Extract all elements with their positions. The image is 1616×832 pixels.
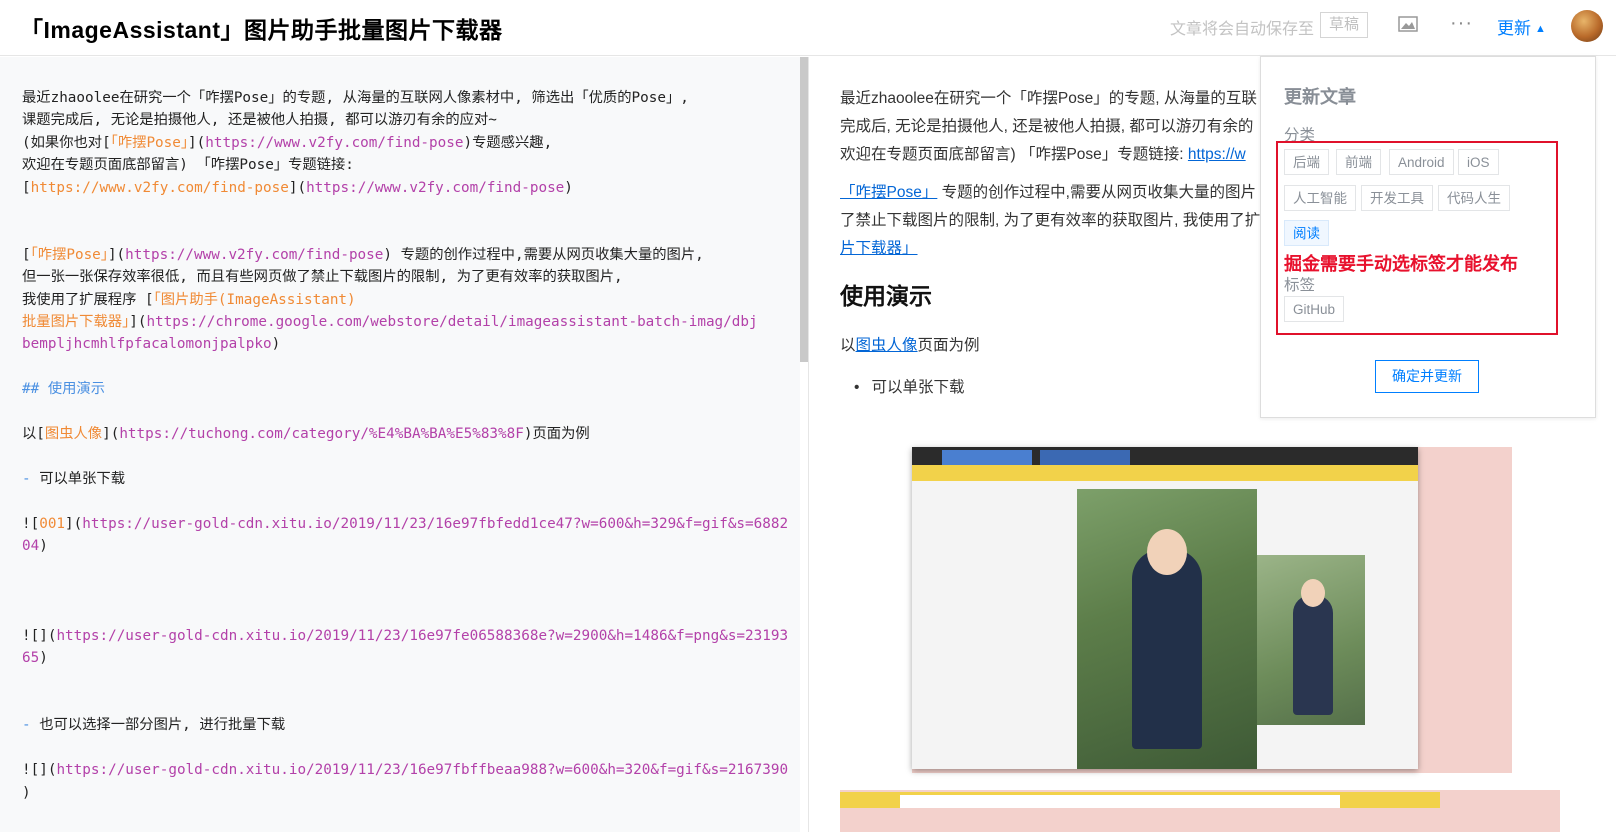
tag-label: 标签 <box>1284 277 1316 294</box>
markdown-editor[interactable]: 最近zhaoolee在研究一个「咋摆Pose」的专题, 从海量的互联网人像素材中… <box>0 57 800 832</box>
category-chip-selected[interactable]: 阅读 <box>1284 220 1329 246</box>
category-chip[interactable]: iOS <box>1458 149 1499 175</box>
annotation-text: 掘金需要手动选标签才能发布 <box>1284 254 1518 274</box>
confirm-update-button[interactable]: 确定并更新 <box>1375 360 1479 393</box>
preview-link[interactable]: 片下载器」 <box>840 240 918 257</box>
face-shape <box>1301 579 1325 607</box>
category-chip[interactable]: 后端 <box>1284 149 1329 175</box>
photo-thumbnail-image <box>1257 555 1365 725</box>
update-label: 更新 <box>1497 19 1531 38</box>
category-chip[interactable]: 开发工具 <box>1361 185 1433 211</box>
editor-scrollbar[interactable] <box>800 57 808 362</box>
category-label: 分类 <box>1284 127 1316 144</box>
editor-header: 「ImageAssistant」图片助手批量图片下载器 文章将会自动保存至 草稿… <box>0 0 1616 56</box>
draft-link[interactable]: 草稿 <box>1320 12 1369 38</box>
markdown-source[interactable]: 最近zhaoolee在研究一个「咋摆Pose」的专题, 从海量的互联网人像素材中… <box>22 87 788 804</box>
avatar[interactable] <box>1571 10 1603 42</box>
browser-tab-image <box>942 450 1032 465</box>
md-line: 课题完成后, 无论是拍摄他人, 还是被他人拍摄, 都可以游刃有余的应对~ <box>22 112 497 129</box>
preview-paragraph: 以图虫人像页面为例 <box>840 337 980 354</box>
browser-tab-image <box>1040 450 1130 465</box>
update-button[interactable]: 更新 ▲ <box>1497 14 1546 39</box>
tag-chip[interactable]: GitHub <box>1284 296 1345 322</box>
category-chip[interactable]: Android <box>1389 149 1454 175</box>
category-chip[interactable]: 前端 <box>1336 149 1381 175</box>
preview-link[interactable]: https://w <box>1188 146 1246 163</box>
browser-tabbar-image <box>912 447 1418 465</box>
image-upload-icon[interactable] <box>1398 16 1418 32</box>
photo-image <box>1077 489 1257 769</box>
figure-shape <box>1293 595 1333 715</box>
category-chip[interactable]: 代码人生 <box>1438 185 1510 211</box>
url-field-image <box>900 795 1340 808</box>
autosave-hint: 文章将会自动保存至 <box>1170 21 1315 38</box>
browser-addressbar-image <box>840 792 1440 808</box>
article-title-input[interactable]: 「ImageAssistant」图片助手批量图片下载器 <box>20 11 503 45</box>
update-article-panel: 更新文章 分类 后端 前端 Android iOS 人工智能 开发工具 代码人生… <box>1260 56 1596 418</box>
preview-list-item: 可以单张下载 <box>854 374 964 402</box>
md-line: 最近zhaoolee在研究一个「咋摆Pose」的专题, 从海量的互联网人像素材中… <box>22 90 689 106</box>
face-shape <box>1147 529 1187 575</box>
caret-up-icon: ▲ <box>1535 23 1546 35</box>
category-chip[interactable]: 人工智能 <box>1284 185 1356 211</box>
figure-shape <box>1132 549 1202 749</box>
preview-link[interactable]: 「咋摆Pose」 <box>840 184 937 201</box>
preview-screenshot-image <box>840 790 1560 832</box>
browser-addressbar-image <box>912 465 1418 481</box>
preview-screenshot-image <box>912 447 1512 773</box>
pane-divider <box>808 57 809 832</box>
panel-title: 更新文章 <box>1284 87 1356 107</box>
more-icon[interactable]: ··· <box>1450 12 1473 35</box>
preview-link[interactable]: 图虫人像 <box>856 337 918 354</box>
browser-window-image <box>912 447 1418 769</box>
preview-heading: 使用演示 <box>840 283 932 309</box>
